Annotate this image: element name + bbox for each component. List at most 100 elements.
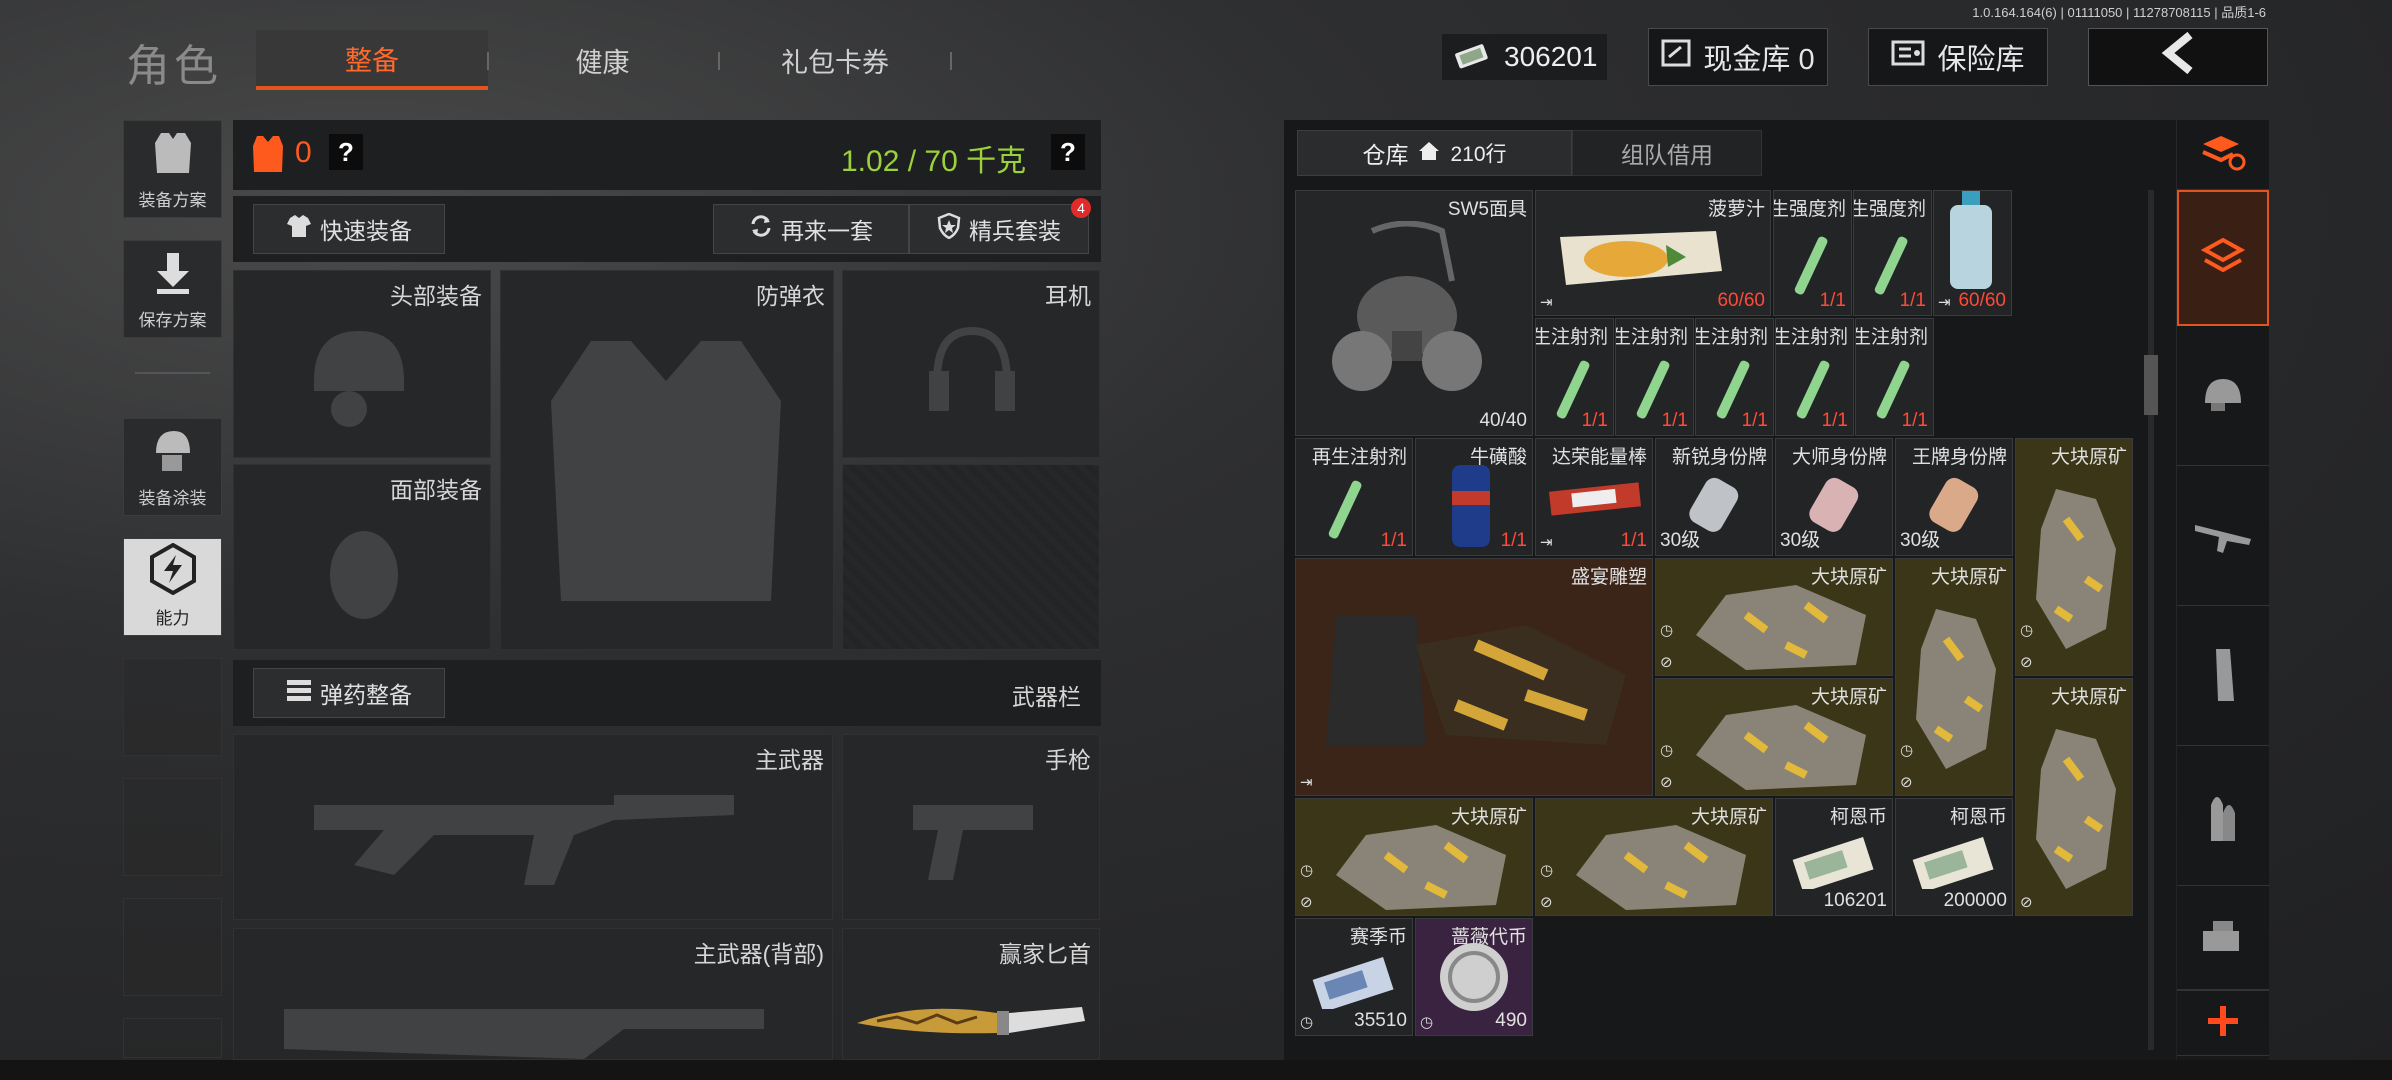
chevron-left-icon	[2158, 31, 2198, 83]
item-regen-injector[interactable]: 再生注射剂 1/1	[1295, 438, 1413, 556]
money-stack-icon	[1310, 949, 1400, 1014]
insurance-vault-button[interactable]: 保险库	[1868, 28, 2048, 86]
item-large-ore[interactable]: 大块原矿 ◷ ⊘	[1535, 798, 1773, 916]
item-taurine[interactable]: 牛磺酸 1/1	[1415, 438, 1533, 556]
side-label: 装备方案	[138, 191, 207, 210]
item-count: 1/1	[1620, 530, 1647, 551]
gas-mask-icon	[1332, 220, 1482, 416]
item-regen-injector[interactable]: 再生注射剂 1/1	[1615, 318, 1694, 436]
again-set-button[interactable]: 再来一套	[713, 204, 909, 254]
item-rose-token[interactable]: 蔷薇代币 ◷ 490	[1415, 918, 1533, 1036]
save-plan-button[interactable]: 保存方案	[123, 240, 222, 338]
pistol-slot[interactable]: 手枪	[842, 734, 1100, 920]
face-gear-slot[interactable]: 面部装备	[233, 464, 491, 650]
cash-vault-button[interactable]: 现金库 0	[1648, 28, 1828, 86]
weight-text: 1.02 / 70 千克	[841, 145, 1027, 178]
item-large-ore[interactable]: 大块原矿 ◷ ⊘	[1295, 798, 1533, 916]
item-season-coin[interactable]: 赛季币 ◷ 35510	[1295, 918, 1413, 1036]
tab-divider	[950, 52, 952, 70]
item-regen-injector[interactable]: 再生注射剂 1/1	[1695, 318, 1774, 436]
ammo-button[interactable]: 弹药整备	[253, 668, 445, 718]
add-filter-button[interactable]	[2177, 990, 2269, 1056]
layers-refresh-icon	[2199, 132, 2247, 177]
filter-weapons[interactable]	[2177, 470, 2269, 606]
knife-icon	[857, 999, 1087, 1048]
shirt-icon	[286, 214, 312, 244]
clock-icon: ◷	[1420, 1014, 1434, 1031]
side-slot-empty	[123, 778, 222, 876]
again-set-label: 再来一套	[781, 218, 873, 244]
clock-icon: ◷	[1660, 742, 1674, 759]
tab-equip[interactable]: 整备	[256, 30, 488, 90]
sort-button[interactable]	[2177, 120, 2269, 190]
item-koen-coin[interactable]: 柯恩币 200000	[1895, 798, 2013, 916]
filter-ammo[interactable]	[2177, 750, 2269, 886]
bottom-bar	[0, 1060, 2392, 1080]
side-label: 装备涂装	[138, 489, 207, 508]
filter-all[interactable]	[2177, 190, 2269, 326]
item-regen-injector[interactable]: 再生注射剂 1/1	[1775, 318, 1854, 436]
skin-button[interactable]: 装备涂装	[123, 418, 222, 516]
back-button[interactable]	[2088, 28, 2268, 86]
item-count: 30级	[1780, 530, 1821, 551]
vest-slot[interactable]: 防弹衣	[500, 270, 834, 650]
help-button[interactable]: ?	[329, 134, 363, 170]
item-regen-injector[interactable]: 再生注射剂 1/1	[1855, 318, 1934, 436]
ability-button[interactable]: 能力	[123, 538, 222, 636]
tab-gift-cards[interactable]: 礼包卡券	[720, 30, 950, 90]
item-koen-coin[interactable]: 柯恩币 106201	[1775, 798, 1893, 916]
notification-badge: 4	[1071, 198, 1091, 218]
currency-value: 306201	[1504, 41, 1598, 72]
item-large-ore[interactable]: 大块原矿 ◷ ⊘	[1895, 558, 2013, 796]
quick-equip-button[interactable]: 快速装备	[253, 204, 445, 254]
scrollbar-track[interactable]	[2148, 190, 2154, 1050]
elite-set-label: 精兵套装	[969, 218, 1061, 244]
knife-slot[interactable]: 赢家匕首	[842, 928, 1100, 1060]
item-name: 达荣能量棒	[1551, 447, 1647, 468]
item-regen-booster[interactable]: 再生强度剂 1/1	[1853, 190, 1932, 316]
filter-attachments[interactable]	[2177, 890, 2269, 990]
item-regen-injector[interactable]: 再生注射剂 1/1	[1535, 318, 1614, 436]
filter-gear[interactable]	[2177, 330, 2269, 466]
item-large-ore[interactable]: 大块原矿 ⊘	[2015, 678, 2133, 916]
ammo-label: 弹药整备	[320, 682, 412, 708]
headset-slot[interactable]: 耳机	[842, 270, 1100, 458]
head-gear-slot[interactable]: 头部装备	[233, 270, 491, 458]
item-sw5-mask[interactable]: SW5面具 40/40	[1295, 190, 1533, 436]
slot-label: 主武器	[755, 747, 824, 773]
elite-set-button[interactable]: 精兵套装	[909, 204, 1089, 254]
scrollbar-thumb[interactable]	[2144, 355, 2158, 415]
item-master-dogtag[interactable]: 大师身份牌 30级	[1775, 438, 1893, 556]
clock-icon: ◷	[2020, 622, 2034, 639]
back-weapon-slot[interactable]: 主武器(背部)	[233, 928, 833, 1060]
loadout-plan-button[interactable]: 装备方案	[123, 120, 222, 218]
item-count: 106201	[1823, 890, 1887, 911]
item-energy-bar[interactable]: 达荣能量棒 ⇥ 1/1	[1535, 438, 1653, 556]
item-large-ore[interactable]: 大块原矿 ◷ ⊘	[1655, 678, 1893, 796]
main-weapon-slot[interactable]: 主武器	[233, 734, 833, 920]
currency-display: 306201	[1442, 34, 1607, 80]
download-icon	[153, 251, 193, 300]
page-title: 角色	[126, 42, 222, 91]
shield-star-icon	[937, 212, 961, 245]
weight-help-button[interactable]: ?	[1051, 134, 1085, 170]
item-new-dogtag[interactable]: 新锐身份牌 30级	[1655, 438, 1773, 556]
item-count: 1/1	[1581, 410, 1608, 431]
item-name: 大块原矿	[2050, 447, 2127, 468]
layers-icon	[2200, 234, 2246, 283]
tab-team-borrow[interactable]: 组队借用	[1572, 130, 1762, 176]
item-ace-dogtag[interactable]: 王牌身份牌 30级	[1895, 438, 2013, 556]
item-regen-booster[interactable]: 再生强度剂 1/1	[1773, 190, 1852, 316]
item-large-ore[interactable]: 大块原矿 ◷ ⊘	[2015, 438, 2133, 676]
tab-warehouse[interactable]: 仓库 210行	[1297, 130, 1572, 176]
item-water-bottle[interactable]: ⇥ 60/60	[1933, 190, 2012, 316]
magazine-icon	[2208, 645, 2238, 710]
item-pineapple-juice[interactable]: 菠萝汁 ⇥ 60/60	[1535, 190, 1771, 316]
pistol-icon	[913, 795, 1033, 890]
weapon-bar-label: 武器栏	[1012, 684, 1081, 710]
item-large-ore[interactable]: 大块原矿 ◷ ⊘	[1655, 558, 1893, 676]
filter-magazines[interactable]	[2177, 610, 2269, 746]
export-icon: ⇥	[1300, 774, 1313, 791]
tab-health[interactable]: 健康	[490, 30, 715, 90]
item-feast-sculpture[interactable]: 盛宴雕塑 ⇥	[1295, 558, 1653, 796]
